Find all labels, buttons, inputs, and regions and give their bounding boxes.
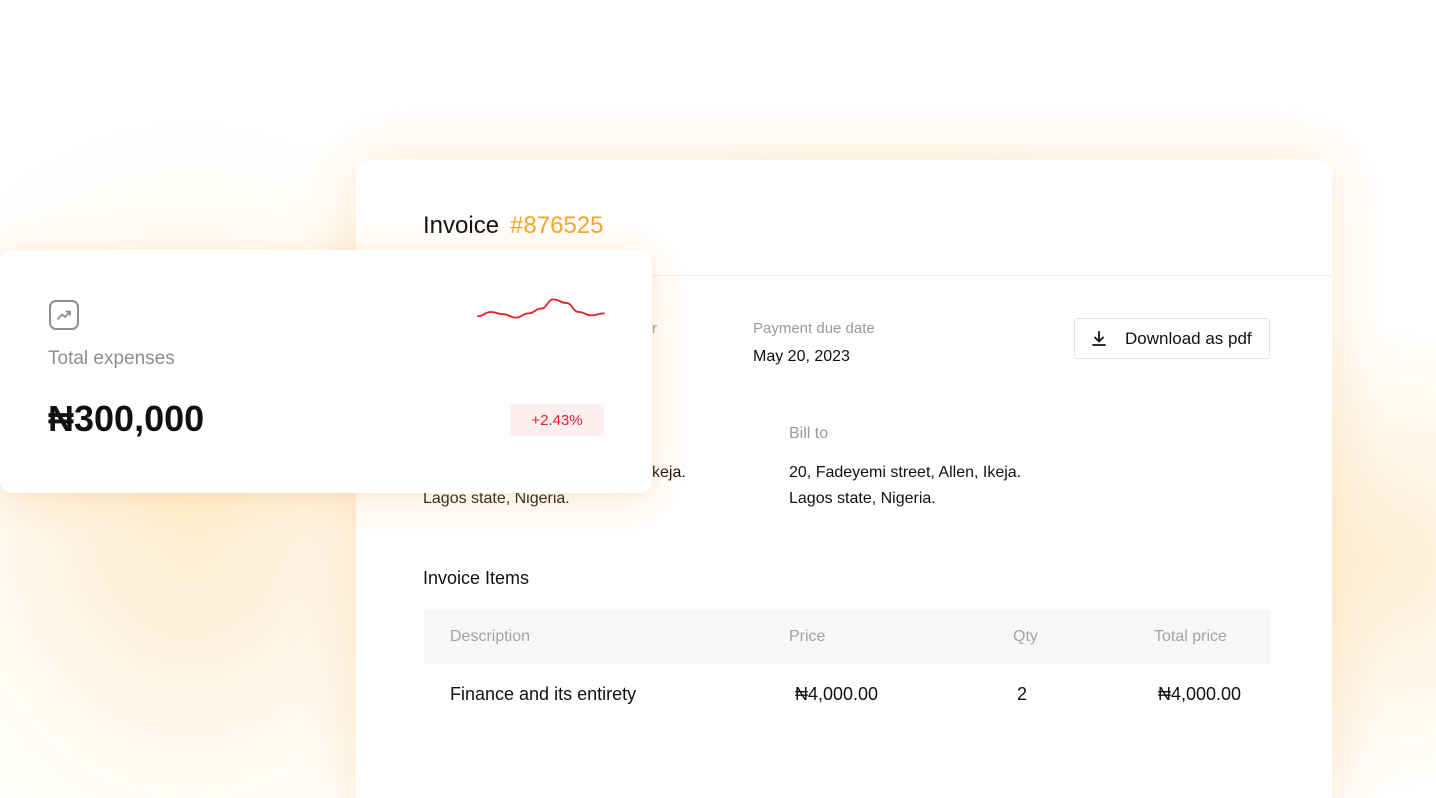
invoice-number: #876525 (510, 211, 604, 239)
download-pdf-button[interactable]: Download as pdf (1074, 318, 1270, 359)
column-description: Description (450, 628, 531, 645)
total-expenses-label: Total expenses (48, 348, 175, 369)
row-price: ₦4,000.00 (795, 683, 879, 704)
invoice-items-table: Description Price Qty Total price Financ… (424, 610, 1270, 724)
invoice-items-title: Invoice Items (423, 568, 530, 588)
change-badge: +2.43% (510, 404, 604, 436)
trending-up-icon (49, 300, 79, 330)
invoice-title: Invoice (423, 211, 500, 239)
table-header: Description Price Qty Total price (424, 610, 1270, 664)
total-expenses-card: Total expenses ₦300,000 +2.43% (0, 250, 652, 493)
expenses-sparkline (477, 298, 605, 319)
bill-to-label: Bill to (789, 425, 829, 442)
table-row: Finance and its entirety ₦4,000.00 2 ₦4,… (424, 664, 1270, 724)
row-qty: 2 (1017, 683, 1028, 704)
download-icon (1091, 330, 1107, 347)
download-pdf-label: Download as pdf (1125, 328, 1252, 348)
column-price: Price (789, 628, 826, 645)
column-total-price: Total price (1154, 628, 1227, 645)
payment-due-label: Payment due date (753, 320, 875, 337)
total-expenses-amount: ₦300,000 (48, 398, 205, 439)
row-description: Finance and its entirety (450, 683, 637, 704)
payment-due-value: May 20, 2023 (753, 348, 850, 365)
bill-to-line1: 20, Fadeyemi street, Allen, Ikeja. (789, 464, 1022, 481)
issue-date-label-fragment: r (652, 320, 657, 337)
from-address-line1: keja. (652, 464, 686, 481)
sparkline-path (477, 298, 605, 319)
bill-to-line2: Lagos state, Nigeria. (789, 490, 936, 507)
row-total-price: ₦4,000.00 (1158, 683, 1242, 704)
column-qty: Qty (1013, 628, 1038, 645)
